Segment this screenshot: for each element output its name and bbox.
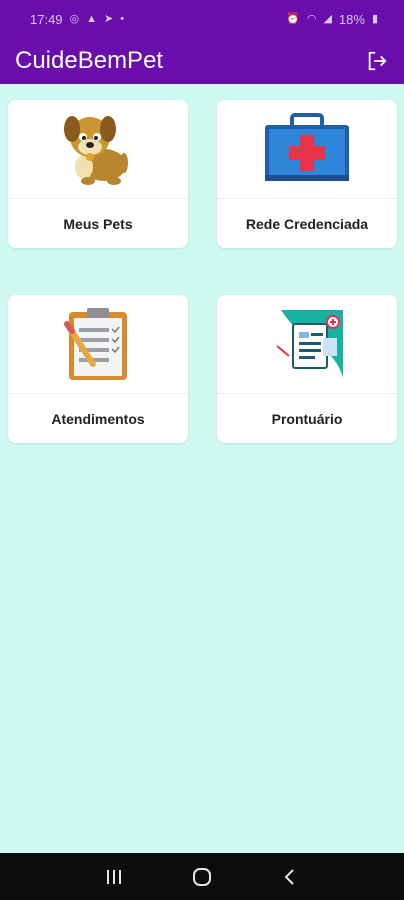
back-button[interactable] (270, 862, 310, 892)
clipboard-checklist-icon (64, 308, 127, 380)
card-rede-credenciada[interactable]: Rede Credenciada (217, 100, 397, 248)
battery-icon: ▮ (371, 12, 378, 25)
status-right: ⏰ ◠ ◢ 18% ▮ (286, 12, 378, 27)
card-label: Atendimentos (51, 411, 145, 427)
status-time: 17:49 (30, 11, 63, 27)
telegram-icon: ➤ (104, 12, 114, 25)
card-prontuario[interactable]: Prontuário (217, 295, 397, 443)
medical-kit-icon (265, 113, 349, 181)
back-icon (284, 868, 294, 885)
home-button[interactable] (182, 862, 222, 892)
notification-icon: ▲ (86, 12, 98, 25)
app-title: CuideBemPet (15, 47, 164, 74)
app-bar: CuideBemPet (0, 38, 404, 84)
card-meus-pets[interactable]: Meus Pets (8, 100, 188, 248)
home-icon (193, 867, 211, 886)
card-image (217, 295, 397, 393)
card-image (8, 100, 188, 198)
recents-button[interactable] (94, 862, 134, 892)
dot-icon: • (120, 12, 125, 25)
alarm-icon: ⏰ (286, 12, 300, 25)
battery-level: 18% (338, 11, 365, 27)
wifi-icon: ◠ (306, 12, 317, 25)
status-left: 17:49 ◎ ▲ ➤ • (30, 12, 124, 27)
card-label: Meus Pets (63, 216, 133, 232)
logout-icon (368, 51, 387, 71)
card-label: Prontuário (271, 411, 343, 427)
dog-icon (64, 116, 128, 185)
system-nav-bar (0, 853, 404, 900)
signal-icon: ◢ (323, 12, 332, 25)
card-image (8, 295, 188, 393)
recents-icon (107, 869, 121, 884)
whatsapp-icon: ◎ (69, 12, 80, 25)
medical-record-icon (276, 310, 343, 378)
card-atendimentos[interactable]: Atendimentos (8, 295, 188, 443)
card-image (217, 100, 397, 198)
status-bar: 17:49 ◎ ▲ ➤ • ⏰ ◠ ◢ 18% ▮ (0, 0, 404, 38)
card-label: Rede Credenciada (245, 216, 369, 232)
logout-button[interactable] (364, 48, 390, 74)
